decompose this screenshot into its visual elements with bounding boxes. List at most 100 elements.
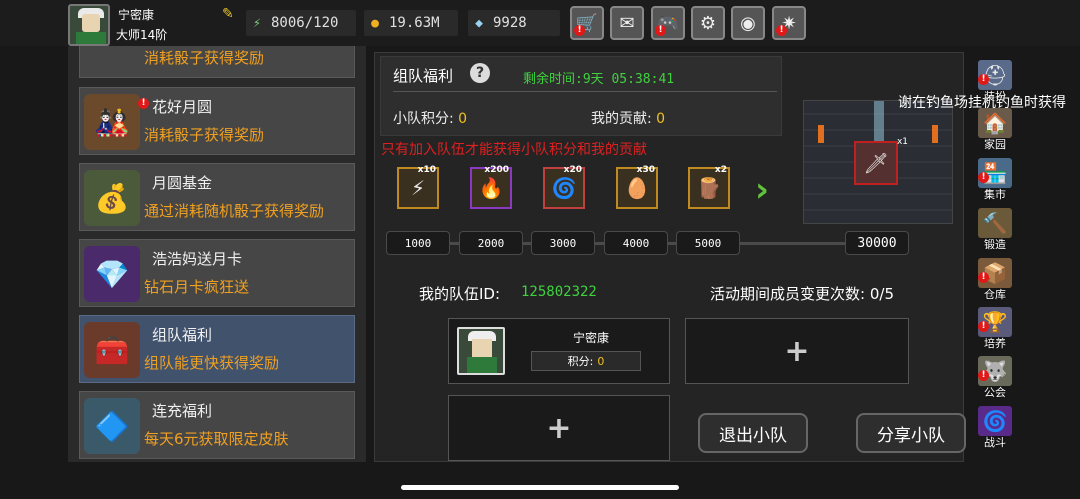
treasure-chest-icon: 🧰 [84,322,140,378]
activity-list: 消耗骰子获得奖励 🎎 花好月圆 消耗骰子获得奖励! 💰 月圆基金 通过消耗随机骰子获得奖励… [68,46,366,462]
fire-orb-icon: 🔥 [478,176,504,200]
nav-helmet[interactable]: ⛑ 装扮! [972,58,1018,104]
milestone-connector [740,242,845,245]
notification-badge: ! [978,272,989,283]
mail-button[interactable]: ✉ [610,6,644,40]
reward-item[interactable]: 🌀 x20 [543,165,585,209]
milestone-connector [668,242,676,245]
share-team-button[interactable]: 分享小队 [856,413,966,453]
list-item-title: 花好月圆 [152,98,213,116]
reward-item[interactable]: 🥚 x30 [616,165,658,209]
list-item-partial[interactable]: 消耗骰子获得奖励 [79,46,355,78]
add-member-icon: + [784,333,810,369]
mail-icon: ✉ [619,12,635,34]
milestone-value: 4000 [604,231,668,255]
nav-label: 锻造 [984,238,1006,251]
nav-warehouse[interactable]: 📦 仓库! [972,256,1018,302]
list-item-subtitle: 消耗骰子获得奖励 [144,126,265,144]
player-name: 宁密康 [118,8,155,22]
nav-guild[interactable]: 🐺 公会! [972,354,1018,400]
team-welfare-panel: 组队福利 ? 剩余时间:9天 05:38:41 小队积分: 0 我的贡献: 0 … [374,52,966,462]
player-rank: 大师14阶 [116,28,168,42]
gamepad-button[interactable]: 🎮! [651,6,685,40]
nav-anvil[interactable]: 🔨 锻造 [972,206,1018,252]
reward-item[interactable]: ⚡ x10 [397,165,439,209]
add-member-icon: + [546,410,572,446]
list-item-subtitle: 组队能更快获得奖励 [144,354,280,372]
shop-cart-button[interactable]: 🛒! [570,6,604,40]
crystal-cluster-icon: 🔷 [84,398,140,454]
blue-rune-icon: 🌀 [551,176,577,200]
reward-item[interactable]: 🔥 x200 [470,165,512,209]
list-item-title: 连充福利 [152,402,213,420]
anvil-icon: 🔨 [978,208,1012,238]
preview-item-icon[interactable]: 🗡 x1 [854,137,908,185]
notification-badge: ! [978,172,989,183]
milestone-value: 3000 [531,231,595,255]
notification-badge: ! [978,74,989,85]
join-warning: 只有加入队伍才能获得小队积分和我的贡献 [381,142,647,158]
list-item-subtitle: 消耗骰子获得奖励 [144,49,265,67]
player-avatar[interactable] [68,4,110,46]
list-item[interactable]: 💰 月圆基金 通过消耗随机骰子获得奖励 [79,163,355,231]
energy-resource[interactable]: ⚡ 8006/120 [246,10,356,36]
list-item[interactable]: 💎 浩浩妈送月卡 钻石月卡疯狂送 [79,239,355,307]
gold-coin-icon: ● [371,15,379,31]
nav-label: 仓库 [984,288,1006,301]
home-indicator[interactable] [401,485,679,490]
milestone-connector [523,242,531,245]
portal-icon: 🌀 [978,406,1012,436]
top-bar: 宁密康 大师14阶 ✎ ⚡ 8006/120 ● 19.63M ◆ 9928 🛒… [0,0,1080,46]
gem-resource[interactable]: ◆ 9928 [468,10,560,36]
team-id-value: 125802322 [521,284,597,300]
aperture-button[interactable]: ◉ [731,6,765,40]
team-score: 小队积分: 0 [393,111,468,127]
notification-badge: ! [776,25,787,36]
milestone-value: 30000 [845,231,909,255]
nav-training[interactable]: 🏆 培养! [972,305,1018,351]
reward-count: x30 [636,165,655,175]
aperture-icon: ◉ [740,12,756,34]
reward-item[interactable]: 🪵 x2 [688,165,730,209]
nav-label: 装扮 [984,90,1006,103]
milestone-value: 5000 [676,231,740,255]
member-slot-filled[interactable]: 宁密康 积分: 0 [448,318,670,384]
help-icon[interactable]: ? [470,63,490,83]
list-item-subtitle: 每天6元获取限定皮肤 [144,430,289,448]
gold-resource[interactable]: ● 19.63M [364,10,458,36]
nav-label: 公会 [984,386,1006,399]
list-item[interactable]: 🎎 花好月圆消耗骰子获得奖励! [79,87,355,155]
list-item[interactable]: 🔷 连充福利每天6元获取限定皮肤 [79,391,355,459]
member-slot-empty[interactable]: + [448,395,670,461]
settings-gear-button[interactable]: ⚙ [691,6,725,40]
remaining-time: 剩余时间:9天 05:38:41 [523,72,675,87]
firework-button[interactable]: ✷! [772,6,806,40]
notification-badge: ! [978,370,989,381]
reward-count: x200 [484,165,509,175]
next-arrow-icon[interactable]: › [755,171,783,209]
list-item[interactable]: 🧰 组队福利 组队能更快获得奖励 [79,315,355,383]
mooncake-girl-icon: 🎎 [84,94,140,150]
nav-market[interactable]: 🏪 集市! [972,156,1018,202]
member-avatar [457,327,505,375]
nav-label: 培养 [984,337,1006,350]
quit-team-button[interactable]: 退出小队 [698,413,808,453]
diamond-card-icon: 💎 [84,246,140,302]
edit-icon[interactable]: ✎ [222,6,238,22]
member-slot-empty[interactable]: + [685,318,909,384]
list-item-title: 月圆基金 [152,174,213,192]
reward-count: x2 [714,165,727,175]
member-changes: 活动期间成员变更次数: 0/5 [710,285,894,303]
notification-badge: ! [138,98,149,109]
settings-gear-icon: ⚙ [699,12,717,34]
my-contribution: 我的贡献: 0 [591,111,666,127]
notification-badge: ! [655,25,666,36]
reward-preview: 🗡 x1 [803,100,953,224]
nav-portal[interactable]: 🌀 战斗 [972,404,1018,450]
nav-house[interactable]: 🏠 家园 [972,106,1018,152]
energy-icon: ⚡ [253,15,261,31]
divider [393,91,777,92]
list-item-title: 浩浩妈送月卡 [152,250,243,268]
panel-title: 组队福利 [393,67,454,85]
nav-label: 战斗 [984,436,1006,449]
